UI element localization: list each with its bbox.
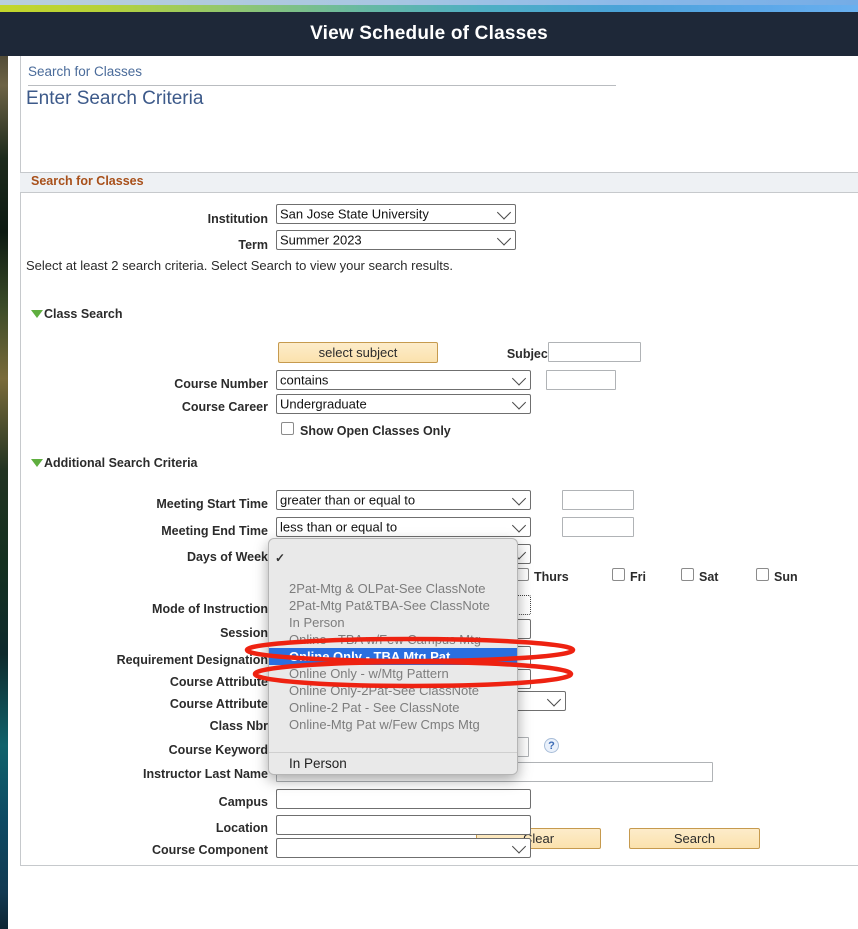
- requirement-designation-label: Requirement Designation: [48, 653, 268, 667]
- dropdown-option-6[interactable]: Online Only-2Pat-See ClassNote: [269, 682, 518, 699]
- day-label-sun: Sun: [774, 570, 798, 584]
- background-image-sliver: [0, 12, 8, 929]
- additional-criteria-collapse-icon[interactable]: [31, 459, 43, 467]
- dropdown-footer-section: In Person: [269, 752, 518, 775]
- course-keyword-help-icon[interactable]: ?: [544, 738, 559, 753]
- mode-of-instruction-label: Mode of Instruction: [68, 602, 268, 616]
- dropdown-option-2[interactable]: In Person: [269, 614, 518, 631]
- institution-select[interactable]: San Jose State University: [276, 204, 516, 224]
- meeting-start-time-label: Meeting Start Time: [88, 497, 268, 511]
- dropdown-option-0[interactable]: 2Pat-Mtg & OLPat-See ClassNote: [269, 580, 518, 597]
- meeting-start-operator-value: greater than or equal to: [280, 493, 415, 508]
- search-hint-text: Select at least 2 search criteria. Selec…: [26, 258, 453, 273]
- meeting-end-time-operator-select[interactable]: less than or equal to: [276, 517, 531, 537]
- day-checkbox-fri[interactable]: [612, 568, 625, 581]
- meeting-start-time-input[interactable]: [562, 490, 634, 510]
- page-title: Enter Search Criteria: [26, 88, 203, 110]
- course-keyword-label: Course Keyword: [68, 743, 268, 757]
- day-label-sat: Sat: [699, 570, 718, 584]
- dropdown-option-1[interactable]: 2Pat-Mtg Pat&TBA-See ClassNote: [269, 597, 518, 614]
- course-number-operator-select[interactable]: contains: [276, 370, 531, 390]
- dropdown-option-blank[interactable]: ✓: [269, 551, 518, 568]
- course-career-select[interactable]: Undergraduate: [276, 394, 531, 414]
- term-select-value: Summer 2023: [280, 233, 362, 248]
- term-label: Term: [108, 238, 268, 252]
- dropdown-footer-option[interactable]: In Person: [289, 756, 347, 771]
- dropdown-option-3[interactable]: Online - TBA w/Few Campus Mtg: [269, 631, 518, 648]
- dropdown-option-8[interactable]: Online-Mtg Pat w/Few Cmps Mtg: [269, 716, 518, 733]
- course-attribute-label: Course Attribute: [68, 675, 268, 689]
- course-component-label: Course Component: [48, 843, 268, 857]
- breadcrumb[interactable]: Search for Classes: [28, 64, 616, 86]
- course-number-input[interactable]: [546, 370, 616, 390]
- show-open-classes-checkbox[interactable]: [281, 422, 294, 435]
- page-header-title: View Schedule of Classes: [0, 12, 858, 56]
- campus-select[interactable]: [276, 789, 531, 809]
- additional-criteria-group-title: Additional Search Criteria: [44, 456, 198, 470]
- meeting-end-time-label: Meeting End Time: [88, 524, 268, 538]
- days-of-week-label: Days of Week: [88, 550, 268, 564]
- campus-label: Campus: [68, 795, 268, 809]
- check-icon: ✓: [275, 550, 285, 567]
- course-component-select[interactable]: [276, 838, 531, 858]
- day-checkbox-sat[interactable]: [681, 568, 694, 581]
- section-header-band: [20, 172, 858, 193]
- course-number-operator-value: contains: [280, 373, 328, 388]
- dropdown-option-5[interactable]: Online Only - w/Mtg Pattern: [269, 665, 518, 682]
- subject-input[interactable]: [548, 342, 641, 362]
- dropdown-option-7[interactable]: Online-2 Pat - See ClassNote: [269, 699, 518, 716]
- class-search-collapse-icon[interactable]: [31, 310, 43, 318]
- course-number-label: Course Number: [108, 377, 268, 391]
- course-career-select-value: Undergraduate: [280, 397, 367, 412]
- meeting-start-time-operator-select[interactable]: greater than or equal to: [276, 490, 531, 510]
- course-component-box: [276, 838, 531, 858]
- subject-label: Subject: [448, 347, 552, 361]
- location-label: Location: [68, 821, 268, 835]
- course-attribute-value-label: Course Attribute: [68, 697, 268, 711]
- page-body: Search for Classes Enter Search Criteria…: [8, 56, 858, 929]
- search-button[interactable]: Search: [629, 828, 760, 849]
- mode-of-instruction-dropdown[interactable]: ✓ 2Pat-Mtg & OLPat-See ClassNote 2Pat-Mt…: [268, 538, 518, 775]
- term-select[interactable]: Summer 2023: [276, 230, 516, 250]
- institution-label: Institution: [108, 212, 268, 226]
- day-label-thurs: Thurs: [534, 570, 569, 584]
- course-career-label: Course Career: [108, 400, 268, 414]
- meeting-end-operator-value: less than or equal to: [280, 520, 397, 535]
- class-nbr-label: Class Nbr: [68, 719, 268, 733]
- show-open-classes-label: Show Open Classes Only: [300, 424, 451, 438]
- institution-select-value: San Jose State University: [280, 207, 429, 222]
- session-label: Session: [68, 626, 268, 640]
- instructor-last-name-label: Instructor Last Name: [48, 767, 268, 781]
- meeting-end-time-input[interactable]: [562, 517, 634, 537]
- location-select[interactable]: [276, 815, 531, 835]
- top-gradient-strip: [0, 0, 858, 12]
- select-subject-button[interactable]: select subject: [278, 342, 438, 363]
- day-checkbox-sun[interactable]: [756, 568, 769, 581]
- app-header: View Schedule of Classes: [0, 12, 858, 56]
- dropdown-option-4-selected[interactable]: Online Only - TBA Mtg Pat: [269, 648, 518, 665]
- day-label-fri: Fri: [630, 570, 646, 584]
- section-header-label: Search for Classes: [31, 174, 144, 188]
- class-search-group-title: Class Search: [44, 307, 123, 321]
- top-strip-lower: [0, 5, 858, 12]
